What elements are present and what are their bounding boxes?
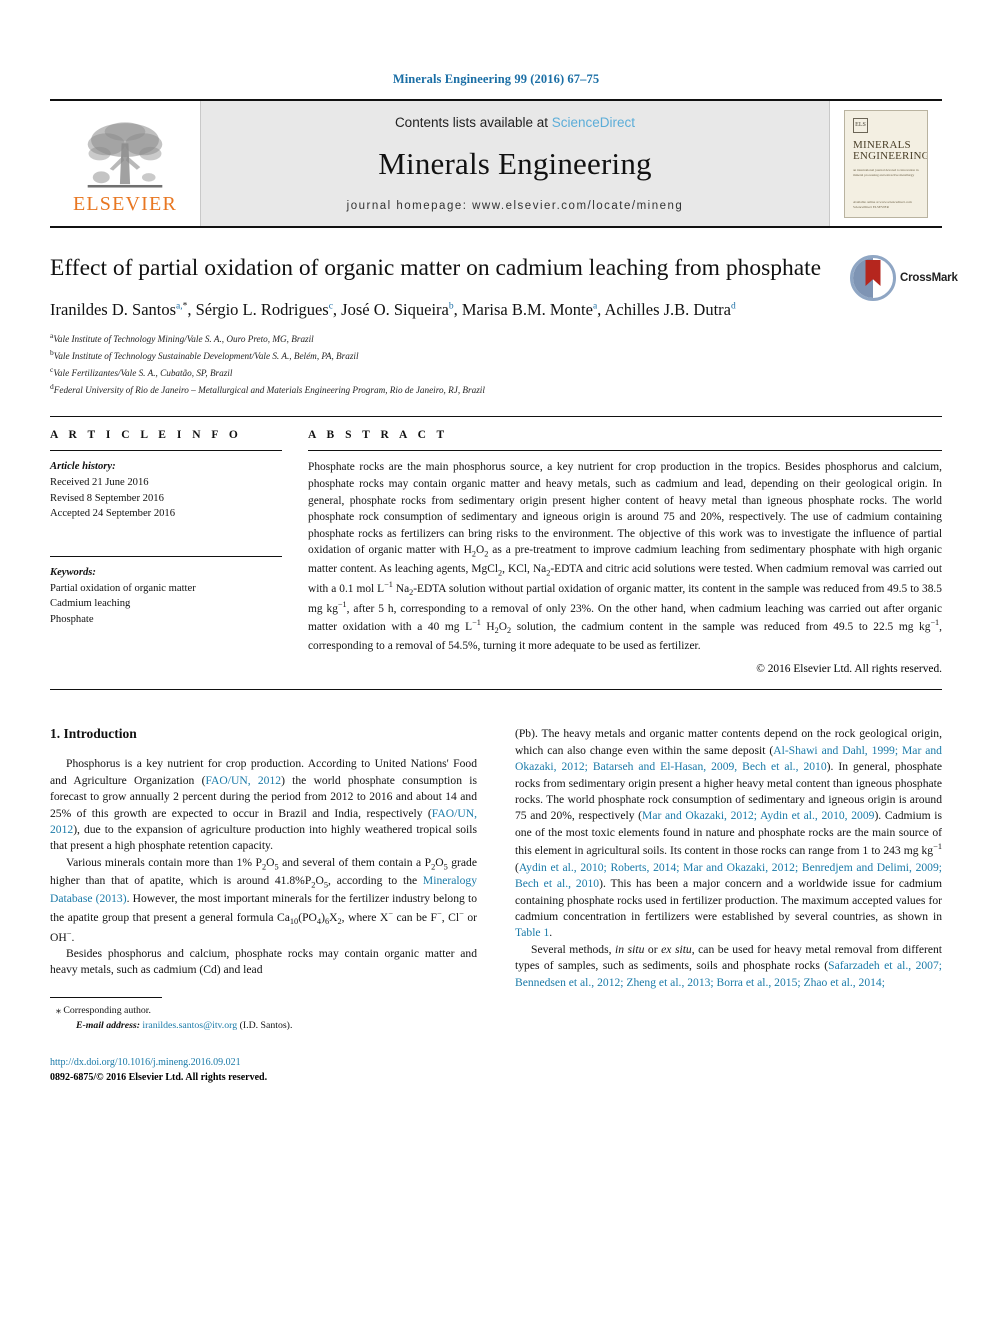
author-list: Iranildes D. Santosa,*, Sérgio L. Rodrig…: [50, 300, 736, 320]
crossmark-label: CrossMark: [900, 272, 958, 284]
elsevier-wordmark: ELSEVIER: [72, 192, 178, 215]
email-owner: (I.D. Santos).: [239, 1019, 293, 1031]
running-head: Minerals Engineering 99 (2016) 67–75: [392, 72, 600, 86]
article-info-heading: A R T I C L E I N F O: [50, 429, 242, 442]
crossmark-icon: [850, 255, 896, 301]
keyword-item: Partial oxidation of organic matter: [50, 582, 196, 594]
crossmark-badge[interactable]: CrossMark: [850, 255, 958, 301]
paragraph: (Pb). The heavy metals and organic matte…: [515, 727, 942, 940]
affiliation-text: Vale Fertilizantes/Vale S. A., Cubatão, …: [53, 368, 233, 379]
contents-prefix: Contents lists available at: [394, 115, 552, 130]
affiliation-item: cVale Fertilizantes/Vale S. A., Cubatão,…: [50, 364, 942, 381]
paragraph: Several methods, in situ or ex situ, can…: [515, 942, 942, 989]
divider: [50, 450, 282, 452]
copyright-line: © 2016 Elsevier Ltd. All rights reserved…: [756, 663, 942, 676]
affiliation-item: aVale Institute of Technology Mining/Val…: [50, 330, 942, 347]
history-item: Received 21 June 2016: [50, 476, 149, 488]
paragraph: Phosphorus is a key nutrient for crop pr…: [50, 757, 477, 853]
divider: [50, 555, 282, 557]
cover-footer: Available online at www.sciencedirect.co…: [853, 199, 912, 210]
cover-subtitle: an international journal devoted to inno…: [853, 168, 919, 178]
article-first-page: Minerals Engineering 99 (2016) 67–75 ELS…: [0, 0, 992, 1323]
affiliation-item: dFederal University of Rio de Janeiro – …: [50, 381, 942, 398]
body-column-left: 1. Introduction Phosphorus is a key nutr…: [50, 726, 477, 1085]
page-title: Effect of partial oxidation of organic m…: [50, 255, 822, 281]
info-abstract-region: A R T I C L E I N F O Article history: R…: [50, 416, 942, 675]
cover-title-line2: ENGINEERING: [853, 150, 928, 163]
abstract-text: Phosphate rocks are the main phosphorus …: [308, 461, 943, 652]
divider: [308, 450, 942, 452]
keywords-block: Keywords: Partial oxidation of organic m…: [50, 555, 282, 628]
publication-info: http://dx.doi.org/10.1016/j.mineng.2016.…: [50, 1055, 477, 1085]
journal-title: Minerals Engineering: [378, 146, 652, 181]
body-column-right: (Pb). The heavy metals and organic matte…: [515, 726, 942, 1085]
cover-elsevier-icon: ELS: [853, 117, 868, 133]
email-label: E-mail address:: [76, 1019, 140, 1031]
cover-image: ELS MINERALS ENGINEERING an internationa…: [844, 109, 928, 218]
email-link[interactable]: iranildes.santos@itv.org: [142, 1020, 237, 1031]
contents-available-line: Contents lists available at ScienceDirec…: [395, 115, 635, 130]
title-block: Effect of partial oxidation of organic m…: [50, 254, 958, 301]
affiliation-text: Vale Institute of Technology Sustainable…: [53, 351, 359, 362]
affiliation-text: Federal University of Rio de Janeiro – M…: [53, 385, 485, 396]
paragraph: Besides phosphorus and calcium, phosphat…: [50, 947, 477, 977]
affiliation-list: aVale Institute of Technology Mining/Val…: [50, 330, 942, 398]
abstract-heading: A B S T R A C T: [308, 429, 449, 442]
publisher-logo: ELSEVIER: [50, 101, 200, 226]
masthead-center: Contents lists available at ScienceDirec…: [200, 101, 830, 226]
corresponding-label: Corresponding author.: [63, 1004, 151, 1016]
footnote-block: ⁎ Corresponding author. E-mail address: …: [50, 996, 477, 1034]
paragraph: Various minerals contain more than 1% P2…: [50, 855, 478, 944]
issn-copyright-line: 0892-6875/© 2016 Elsevier Ltd. All right…: [50, 1072, 268, 1084]
article-history-label: Article history:: [50, 461, 116, 473]
body-columns: 1. Introduction Phosphorus is a key nutr…: [50, 726, 942, 1085]
keyword-item: Cadmium leaching: [50, 598, 131, 610]
doi-link[interactable]: http://dx.doi.org/10.1016/j.mineng.2016.…: [50, 1055, 477, 1070]
affiliation-item: bVale Institute of Technology Sustainabl…: [50, 347, 942, 364]
history-item: Revised 8 September 2016: [50, 492, 164, 504]
journal-homepage-url[interactable]: journal homepage: www.elsevier.com/locat…: [347, 200, 684, 212]
article-info-column: A R T I C L E I N F O Article history: R…: [50, 429, 308, 675]
corresponding-author-note: ⁎ Corresponding author.: [50, 1004, 477, 1019]
section-heading-introduction: 1. Introduction: [50, 726, 137, 742]
sciencedirect-link[interactable]: ScienceDirect: [552, 115, 635, 130]
abstract-column: A B S T R A C T Phosphate rocks are the …: [308, 429, 942, 675]
history-item: Accepted 24 September 2016: [50, 508, 176, 520]
keyword-item: Phosphate: [50, 613, 94, 625]
cover-title: MINERALS ENGINEERING: [853, 139, 928, 164]
journal-masthead: ELSEVIER Contents lists available at Sci…: [50, 99, 942, 228]
keywords-label: Keywords:: [50, 566, 96, 578]
article-history-block: Article history: Received 21 June 2016 R…: [50, 459, 282, 522]
affiliation-text: Vale Institute of Technology Mining/Vale…: [53, 334, 314, 345]
elsevier-tree-icon: [87, 121, 163, 188]
corresponding-marker: ⁎: [56, 1004, 61, 1016]
journal-cover-thumbnail: ELS MINERALS ENGINEERING an internationa…: [830, 101, 942, 226]
email-note: E-mail address: iranildes.santos@itv.org…: [50, 1019, 477, 1034]
divider: [50, 689, 942, 691]
